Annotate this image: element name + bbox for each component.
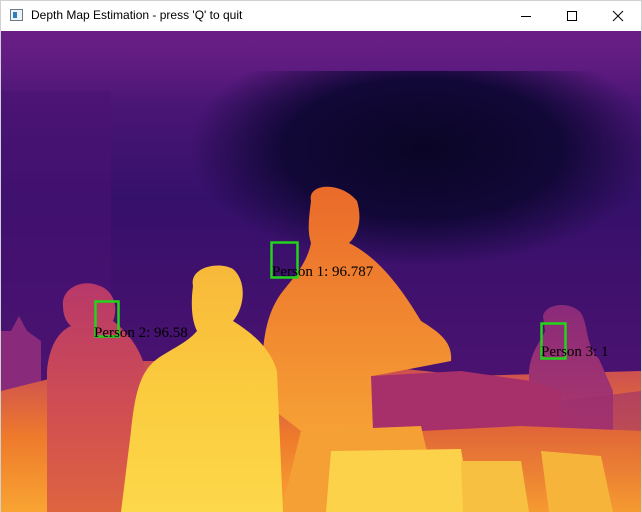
detection-label: Person 2: 96.58 xyxy=(94,325,188,341)
close-icon xyxy=(612,10,624,22)
depth-map-image: Person 1: 96.787 Person 2: 96.58 Person … xyxy=(1,31,641,512)
maximize-icon xyxy=(567,11,577,21)
close-button[interactable] xyxy=(595,1,641,31)
title-bar[interactable]: Depth Map Estimation - press 'Q' to quit xyxy=(1,1,641,31)
window-app-icon xyxy=(10,9,23,21)
detection-label: Person 1: 96.787 xyxy=(272,264,374,280)
detection-label: Person 3: 1 xyxy=(541,344,609,360)
maximize-button[interactable] xyxy=(549,1,595,31)
minimize-button[interactable] xyxy=(503,1,549,31)
window-title: Depth Map Estimation - press 'Q' to quit xyxy=(31,8,243,22)
app-window: Depth Map Estimation - press 'Q' to quit xyxy=(0,0,642,512)
minimize-icon xyxy=(521,16,531,17)
depth-map-view[interactable]: Person 1: 96.787 Person 2: 96.58 Person … xyxy=(1,31,641,512)
